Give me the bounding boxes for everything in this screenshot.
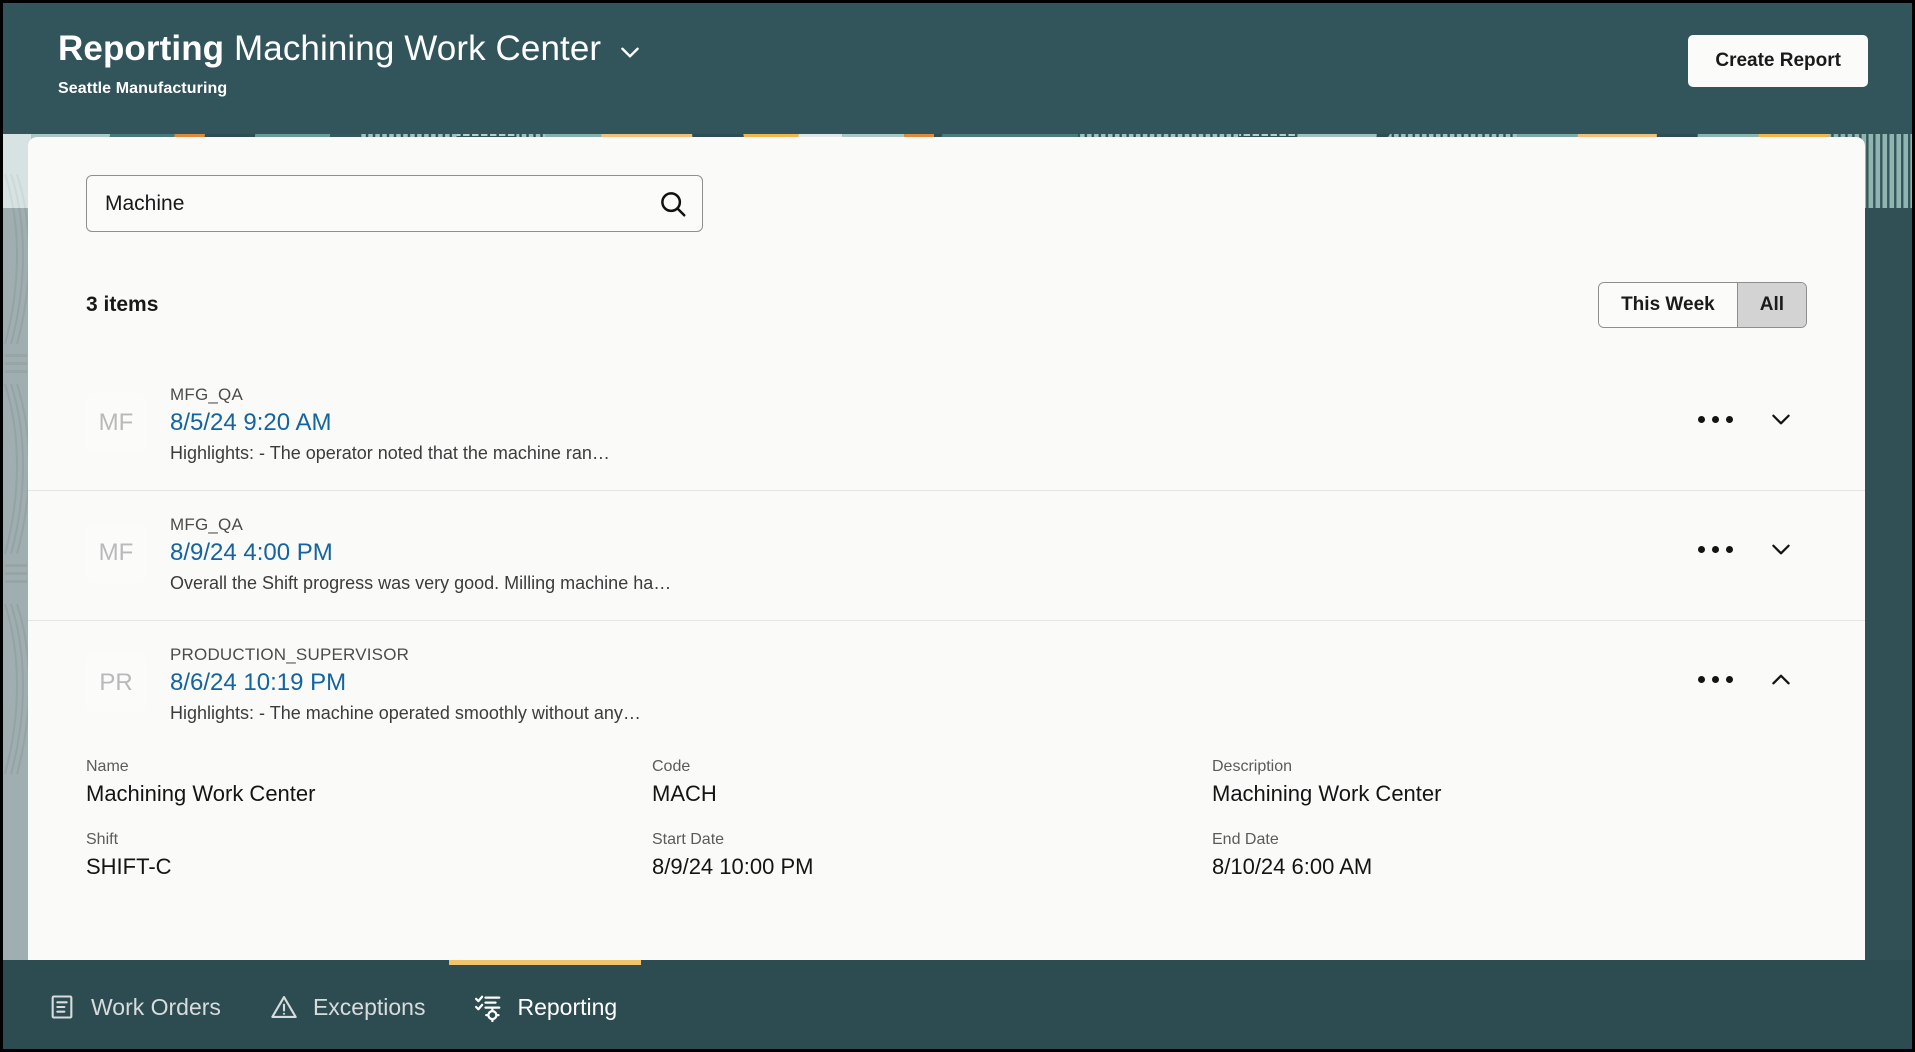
row-snippet: Highlights: - The machine operated smoot… — [170, 703, 641, 723]
detail-label: Code — [652, 758, 691, 775]
report-list: MF MFG_QA 8/5/24 9:20 AM Highlights: - T… — [28, 361, 1865, 906]
detail-label: Name — [86, 758, 129, 775]
card-top-controls: 3 items This Week All — [28, 137, 1865, 328]
left-gutter-watermark — [3, 134, 31, 964]
detail-label: End Date — [1212, 831, 1279, 848]
page-title-context: Machining Work Center — [234, 29, 602, 68]
detail-field-code: Code MACH — [652, 758, 1212, 807]
detail-label: Start Date — [652, 831, 725, 848]
search-input[interactable] — [86, 175, 703, 232]
avatar: MF — [86, 393, 146, 453]
page-header: Reporting Machining Work Center Seattle … — [3, 3, 1912, 134]
row-actions — [1695, 535, 1807, 563]
bottom-navigation: Work Orders Exceptions Reporting — [3, 960, 1912, 1049]
search-bar — [86, 175, 703, 232]
app-window: Reporting Machining Work Center Seattle … — [0, 0, 1915, 1052]
row-actions — [1695, 405, 1807, 433]
detail-value: Machining Work Center — [1212, 781, 1442, 806]
detail-label: Description — [1212, 758, 1293, 775]
row-user: PRODUCTION_SUPERVISOR — [170, 645, 410, 664]
page-title-row: Reporting Machining Work Center — [58, 29, 643, 69]
time-filter-segmented-control: This Week All — [1598, 282, 1807, 328]
more-options-icon[interactable] — [1695, 665, 1735, 693]
nav-item-label: Exceptions — [312, 993, 426, 1020]
table-row[interactable]: MF MFG_QA 8/5/24 9:20 AM Highlights: - T… — [28, 361, 1865, 490]
row-user: MFG_QA — [170, 515, 243, 534]
avatar: PR — [86, 653, 146, 713]
nav-item-exceptions[interactable]: Exceptions — [245, 960, 450, 1049]
page-title: Reporting Machining Work Center — [58, 29, 601, 69]
chevron-up-icon[interactable] — [1761, 665, 1801, 693]
nav-item-label: Reporting — [517, 993, 618, 1020]
warning-triangle-icon — [269, 992, 299, 1022]
nav-item-label: Work Orders — [91, 993, 221, 1020]
more-options-icon[interactable] — [1695, 535, 1735, 563]
detail-field-shift: Shift SHIFT-C — [86, 831, 652, 880]
document-list-icon — [47, 992, 77, 1022]
page-title-strong: Reporting — [58, 29, 225, 68]
more-options-icon[interactable] — [1695, 405, 1735, 433]
row-user: MFG_QA — [170, 385, 243, 404]
detail-field-name: Name Machining Work Center — [86, 758, 652, 807]
avatar: MF — [86, 523, 146, 583]
row-date-link[interactable]: 8/6/24 10:19 PM — [170, 669, 1695, 697]
detail-value: 8/9/24 10:00 PM — [652, 854, 814, 879]
header-left-group: Reporting Machining Work Center Seattle … — [58, 29, 643, 98]
detail-value: Machining Work Center — [86, 781, 316, 806]
filter-all-button[interactable]: All — [1736, 283, 1806, 327]
search-icon[interactable] — [657, 188, 689, 220]
chevron-down-icon[interactable] — [1761, 535, 1801, 563]
chevron-down-icon[interactable] — [617, 39, 643, 65]
row-date-link[interactable]: 8/9/24 4:00 PM — [170, 539, 1695, 567]
items-count: 3 items — [86, 293, 159, 316]
content-card: 3 items This Week All MF MFG_QA 8/5/24 9… — [28, 137, 1865, 966]
row-content: PRODUCTION_SUPERVISOR 8/6/24 10:19 PM Hi… — [170, 645, 1695, 724]
detail-value: SHIFT-C — [86, 854, 172, 879]
list-meta-row: 3 items This Week All — [86, 282, 1807, 328]
row-content: MFG_QA 8/5/24 9:20 AM Highlights: - The … — [170, 385, 1695, 464]
detail-field-description: Description Machining Work Center — [1212, 758, 1807, 807]
detail-field-end-date: End Date 8/10/24 6:00 AM — [1212, 831, 1807, 880]
expanded-details-panel: Name Machining Work Center Code MACH Des… — [28, 750, 1865, 906]
detail-label: Shift — [86, 831, 119, 848]
row-snippet: Overall the Shift progress was very good… — [170, 573, 672, 593]
detail-value: 8/10/24 6:00 AM — [1212, 854, 1373, 879]
row-content: MFG_QA 8/9/24 4:00 PM Overall the Shift … — [170, 515, 1695, 594]
filter-this-week-button[interactable]: This Week — [1599, 283, 1737, 327]
detail-value: MACH — [652, 781, 717, 806]
checklist-gear-icon — [473, 992, 503, 1022]
page-subtitle: Seattle Manufacturing — [58, 80, 228, 97]
create-report-button[interactable]: Create Report — [1688, 35, 1868, 87]
detail-field-start-date: Start Date 8/9/24 10:00 PM — [652, 831, 1212, 880]
row-snippet: Highlights: - The operator noted that th… — [170, 443, 610, 463]
chevron-down-icon[interactable] — [1761, 405, 1801, 433]
row-actions — [1695, 665, 1807, 693]
nav-item-reporting[interactable]: Reporting — [449, 960, 642, 1049]
table-row[interactable]: MF MFG_QA 8/9/24 4:00 PM Overall the Shi… — [28, 490, 1865, 620]
row-date-link[interactable]: 8/5/24 9:20 AM — [170, 409, 1695, 437]
nav-item-work-orders[interactable]: Work Orders — [23, 960, 245, 1049]
table-row[interactable]: PR PRODUCTION_SUPERVISOR 8/6/24 10:19 PM… — [28, 620, 1865, 750]
